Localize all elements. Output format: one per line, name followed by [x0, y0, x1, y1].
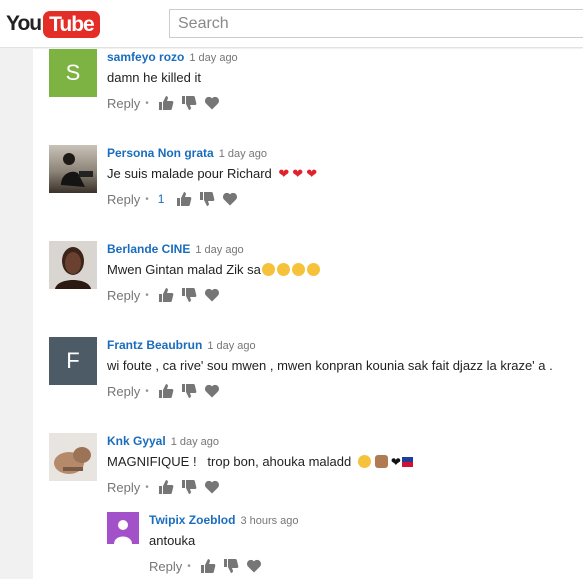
red-heart-icon: ❤ — [292, 166, 304, 181]
comment-body: Berlande CINE 1 day ago Mwen Gintan malad… — [107, 241, 577, 303]
comment-actions: Reply • — [107, 383, 577, 399]
reply-button[interactable]: Reply — [107, 192, 140, 207]
comment-time[interactable]: 1 day ago — [195, 244, 243, 256]
comment-text: damn he killed it — [107, 70, 201, 85]
thumbs-up-icon[interactable] — [158, 95, 174, 111]
separator-dot: • — [145, 481, 149, 493]
separator-dot: • — [145, 193, 149, 205]
comment-actions: Reply • — [107, 287, 577, 303]
separator-dot: • — [145, 289, 149, 301]
thumbs-down-icon[interactable] — [181, 287, 197, 303]
comment-body: Twipix Zoeblod 3 hours ago antouka Reply … — [149, 512, 559, 574]
thumbs-down-icon[interactable] — [181, 479, 197, 495]
comment-actions: Reply • — [149, 558, 559, 574]
thumbs-up-icon[interactable] — [158, 479, 174, 495]
comment-body: Persona Non grata 1 day ago Je suis malad… — [107, 145, 577, 207]
heart-icon[interactable] — [204, 287, 220, 303]
avatar[interactable] — [107, 512, 139, 544]
comment-author[interactable]: Twipix Zoeblod — [149, 513, 235, 527]
comment-body: Knk Gyyal 1 day ago MAGNIFIQUE ! trop bon… — [107, 433, 577, 495]
reply-button[interactable]: Reply — [107, 288, 140, 303]
comment-time[interactable]: 1 day ago — [189, 52, 237, 64]
separator-dot: • — [187, 560, 191, 572]
separator-dot: • — [145, 385, 149, 397]
heart-icon[interactable] — [222, 191, 238, 207]
separator-dot: • — [145, 97, 149, 109]
thumbs-up-icon[interactable] — [158, 383, 174, 399]
comment-actions: Reply • 1 — [107, 191, 577, 207]
heart-eyes-face-icon — [261, 263, 275, 276]
logo-tube-text: Tube — [43, 10, 100, 38]
comment-text-line: Je suis malade pour Richard ❤ ❤ ❤ — [107, 165, 577, 183]
reply-button[interactable]: Reply — [107, 480, 140, 495]
comment-body: Frantz Beaubrun 1 day ago wi foute , ca r… — [107, 337, 577, 399]
haiti-flag-icon — [401, 457, 413, 467]
comment-text-line: MAGNIFIQUE ! trop bon, ahouka maladd ❤ — [107, 453, 577, 471]
reply-button[interactable]: Reply — [107, 96, 140, 111]
comment-author[interactable]: Berlande CINE — [107, 242, 190, 256]
comment-actions: Reply • — [107, 95, 577, 111]
red-heart-icon: ❤ — [306, 166, 318, 181]
comment-actions: Reply • — [107, 479, 577, 495]
comment-author[interactable]: Frantz Beaubrun — [107, 338, 202, 352]
thumbs-down-icon[interactable] — [223, 558, 239, 574]
comment-time[interactable]: 1 day ago — [219, 148, 267, 160]
comment-body: samfeyo rozo 1 day ago damn he killed it … — [107, 49, 577, 111]
comment-time[interactable]: 1 day ago — [171, 436, 219, 448]
youtube-logo[interactable]: You Tube — [6, 10, 100, 38]
thumbs-down-icon[interactable] — [181, 383, 197, 399]
thumbs-up-icon[interactable] — [158, 287, 174, 303]
kissing-closed-eyes-face-icon — [306, 263, 320, 276]
avatar[interactable]: F — [49, 337, 97, 385]
comment-text: antouka — [149, 533, 196, 548]
logo-you-text: You — [6, 12, 42, 35]
comment-text: MAGNIFIQUE ! trop bon, ahouka maladd — [107, 454, 352, 469]
heart-eyes-face-icon — [357, 455, 371, 468]
avatar[interactable] — [49, 241, 97, 289]
comment-text: wi foute , ca rive' sou mwen , mwen konp… — [107, 358, 553, 373]
thumbs-up-icon[interactable] — [200, 558, 216, 574]
comment-text: Mwen Gintan malad Zik sa — [107, 262, 261, 277]
comments-panel: S samfeyo rozo 1 day ago damn he killed i… — [33, 49, 583, 579]
heart-icon[interactable] — [204, 383, 220, 399]
search-input[interactable] — [170, 10, 583, 37]
search-box[interactable] — [169, 9, 583, 38]
like-count: 1 — [157, 192, 165, 206]
comment-author[interactable]: samfeyo rozo — [107, 50, 184, 64]
comment-time[interactable]: 1 day ago — [207, 340, 255, 352]
comment-text-line: Mwen Gintan malad Zik sa — [107, 261, 577, 279]
avatar[interactable] — [49, 145, 97, 193]
person-silhouette-icon — [114, 520, 132, 544]
thumbs-up-icon[interactable] — [176, 191, 192, 207]
kissing-heart-face-icon — [291, 263, 305, 276]
reply-button[interactable]: Reply — [149, 559, 182, 574]
comment-text: Je suis malade pour Richard — [107, 166, 272, 181]
thumbs-down-icon[interactable] — [181, 95, 197, 111]
heart-icon[interactable] — [204, 479, 220, 495]
comment-author[interactable]: Persona Non grata — [107, 146, 214, 160]
black-heart-icon: ❤ — [390, 455, 401, 469]
comment-time[interactable]: 3 hours ago — [240, 515, 298, 527]
comment-author[interactable]: Knk Gyyal — [107, 434, 166, 448]
heart-icon[interactable] — [204, 95, 220, 111]
heart-icon[interactable] — [246, 558, 262, 574]
victory-hand-icon — [374, 455, 388, 468]
reply-button[interactable]: Reply — [107, 384, 140, 399]
avatar[interactable] — [49, 433, 97, 481]
avatar-letter: S — [65, 60, 81, 85]
thumbs-down-icon[interactable] — [199, 191, 215, 207]
kissing-face-icon — [276, 263, 290, 276]
top-bar: You Tube — [0, 0, 583, 48]
avatar[interactable]: S — [49, 49, 97, 97]
red-heart-icon: ❤ — [278, 166, 290, 181]
avatar-letter: F — [66, 348, 80, 373]
